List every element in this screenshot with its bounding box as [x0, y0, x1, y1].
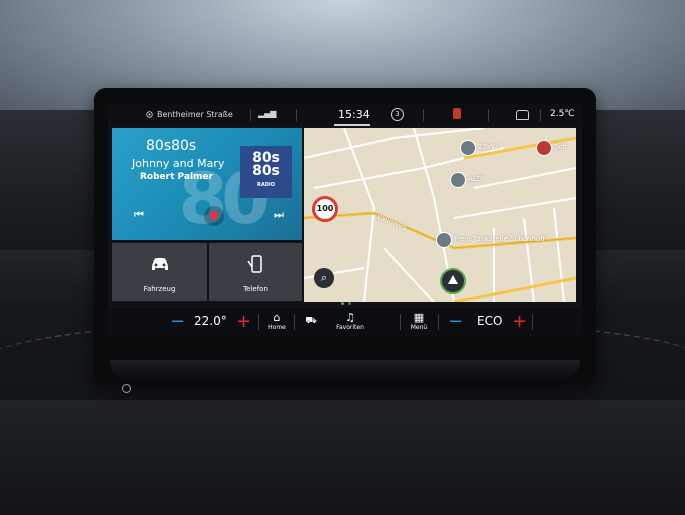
stop-icon[interactable]: ■: [204, 206, 224, 226]
infotainment-screen: Bentheimer Straße ▂▄▆ 15:34 3 2.5℃ 80 80…: [108, 104, 582, 336]
status-bar: Bentheimer Straße ▂▄▆ 15:34 3 2.5℃: [108, 104, 582, 126]
poi-label-charger: 22kW: [478, 143, 498, 151]
separator: [258, 314, 259, 330]
tile-vehicle-label: Fahrzeug: [143, 285, 176, 293]
menu-label: Menü: [410, 324, 428, 331]
signal-icon: ▂▄▆: [258, 109, 277, 118]
separator: [294, 314, 295, 330]
outside-temperature: 2.5℃: [550, 109, 575, 119]
notification-badge[interactable]: 3: [391, 108, 404, 121]
page-dot-active: [341, 302, 344, 305]
home-button[interactable]: ⌂ Home: [264, 311, 290, 332]
poi-label-edge: Sch: [554, 143, 567, 151]
logo-subtitle: RADIO: [257, 182, 275, 188]
favorites-button[interactable]: ♫ Favoriten: [330, 311, 370, 332]
power-icon[interactable]: [122, 384, 131, 393]
artist-name: Robert Palmer: [140, 172, 213, 182]
climate-bar: − 22.0° + ⌂ Home ⛟ ♫ Favoriten ▦ Menü − …: [108, 308, 582, 336]
station-logo: 80s 80s RADIO: [240, 146, 292, 198]
separator: [540, 109, 541, 121]
tile-vehicle[interactable]: Fahrzeug: [112, 243, 207, 301]
fan-increase-button[interactable]: +: [512, 311, 527, 332]
separator: [400, 314, 401, 330]
page-indicator[interactable]: [341, 302, 351, 305]
search-icon[interactable]: ⌕: [314, 268, 334, 288]
navigation-map[interactable]: 100 Weinweg 22kW ALDI Freie Tankstelle S…: [304, 128, 576, 302]
speed-limit-sign: 100: [312, 196, 338, 222]
fan-mode-value[interactable]: ECO: [477, 314, 502, 328]
tile-phone[interactable]: Telefon: [209, 243, 302, 301]
poi-label-fuel: Freie Tankstelle Schönhoff: [454, 235, 546, 243]
phone-icon: [246, 255, 262, 273]
separator: [296, 109, 297, 121]
charging-station-icon[interactable]: [460, 140, 476, 156]
shop-poi-icon[interactable]: [450, 172, 466, 188]
temp-increase-button[interactable]: +: [236, 311, 251, 332]
fan-decrease-button[interactable]: −: [448, 311, 463, 332]
media-widget[interactable]: 80 80s80s Johnny and Mary Robert Palmer …: [112, 128, 302, 240]
track-title: Johnny and Mary: [132, 157, 225, 170]
charging-icon[interactable]: [453, 108, 461, 119]
menu-button[interactable]: ▦ Menü: [406, 311, 432, 332]
page-dot: [348, 302, 351, 305]
clock-underline: [334, 124, 370, 126]
separator: [488, 109, 489, 121]
current-location: Bentheimer Straße: [146, 110, 233, 119]
temperature-value[interactable]: 22.0°: [194, 314, 227, 328]
separator: [532, 314, 533, 330]
location-icon: [146, 111, 153, 118]
logo-line-2: 80s: [252, 163, 280, 179]
poi-label-aldi: ALDI: [468, 175, 485, 183]
fuel-station-icon[interactable]: [436, 232, 452, 248]
vehicle-position-icon: [440, 268, 466, 294]
display-lower-lip: [110, 360, 580, 380]
previous-track-icon[interactable]: ⏮: [130, 206, 148, 224]
music-note-icon: ♫: [345, 311, 355, 324]
vehicle-status-icon[interactable]: [516, 110, 529, 120]
home-label: Home: [268, 324, 286, 331]
separator: [438, 314, 439, 330]
restaurant-poi-icon[interactable]: [536, 140, 552, 156]
tile-phone-label: Telefon: [243, 285, 268, 293]
favorites-label: Favoriten: [336, 324, 364, 331]
separator: [250, 109, 251, 121]
location-label: Bentheimer Straße: [157, 110, 233, 119]
clock: 15:34: [338, 108, 370, 121]
car-shortcut-icon[interactable]: ⛟: [298, 316, 324, 327]
grid-icon: ▦: [413, 311, 425, 324]
temp-decrease-button[interactable]: −: [170, 311, 185, 332]
station-name: 80s80s: [146, 138, 197, 154]
home-icon: ⌂: [273, 311, 281, 324]
separator: [423, 109, 424, 121]
car-icon: [151, 258, 168, 270]
next-track-icon[interactable]: ⏭: [270, 206, 288, 224]
